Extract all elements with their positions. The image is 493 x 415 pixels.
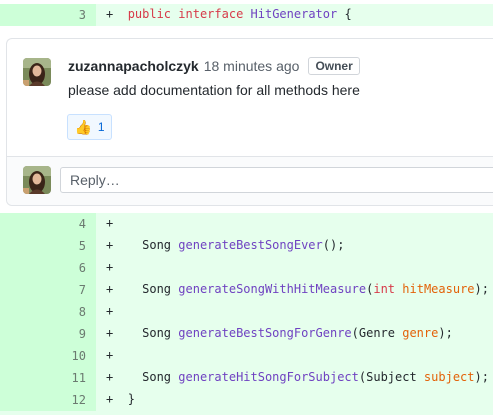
code-token: ); [438,326,453,340]
line-number-gutter[interactable]: 6 [0,257,96,279]
reply-input[interactable]: Reply… [60,167,493,193]
line-number-gutter[interactable]: 8 [0,301,96,323]
code-line: + [106,216,113,230]
comment-body: please add documentation for all methods… [68,82,360,98]
thumbs-up-icon: 👍 [74,118,92,135]
code-token: (); [322,238,345,252]
line-number: 3 [78,8,86,22]
diff-line-12: 12 + } [0,389,493,411]
code-token: interface [178,7,251,21]
code-token: generateBestSongForGenre [178,326,352,340]
code-line: + Song generateBestSongForGenre(Genre ge… [106,326,453,340]
code-line: + Song generateBestSongEver(); [106,238,344,252]
line-number-gutter[interactable]: 7 [0,279,96,301]
diff-add-marker: + [106,348,114,362]
code-line: + [106,260,113,274]
avatar[interactable] [23,58,51,86]
code-token: HitGenerator [250,7,338,21]
code-token: } [127,392,135,406]
line-number: 7 [78,283,86,297]
code-line: + Song generateSongWithHitMeasure(int hi… [106,282,489,296]
line-number-gutter[interactable]: 11 [0,367,96,389]
line-number: 5 [78,239,86,253]
line-number: 4 [78,217,86,231]
code-token: ); [474,282,489,296]
line-number: 10 [71,349,86,363]
line-number-gutter[interactable]: 3 [0,4,96,26]
code-line: + } [106,392,135,406]
reaction-count: 1 [97,120,105,134]
diff-line-11: 11 + Song generateHitSongForSubject(Subje… [0,367,493,389]
code-line: + [106,304,113,318]
line-number-gutter[interactable]: 10 [0,345,96,367]
code-token: Song [127,238,179,252]
code-token: Song [127,326,179,340]
code-token: subject [423,370,475,384]
line-number: 11 [71,371,86,385]
diff-line-9: 9 + Song generateBestSongForGenre(Genre g… [0,323,493,345]
line-number: 6 [78,261,86,275]
line-number-gutter[interactable]: 5 [0,235,96,257]
comment-timestamp-link[interactable]: 18 minutes ago [204,58,300,74]
code-line: + [106,348,113,362]
code-tokens: public interface HitGenerator { [128,7,352,21]
diff-line-10: 10 + [0,345,493,367]
line-number: 9 [78,327,86,341]
code-token: hitMeasure [402,282,475,296]
code-token: generateSongWithHitMeasure [178,282,367,296]
comment-author-link[interactable]: zuzannapacholczyk [68,58,199,74]
diff-add-marker: + [106,260,114,274]
line-number-gutter[interactable]: 12 [0,389,96,411]
code-token: (Genre [351,326,403,340]
thumbs-up-reaction-button[interactable]: 👍 1 [67,114,112,140]
diff-line-7: 7 + Song generateSongWithHitMeasure(int h… [0,279,493,301]
code-token: (Subject [358,370,424,384]
diff-line-8: 8 + [0,301,493,323]
line-number: 12 [71,393,86,407]
owner-badge: Owner [308,57,360,75]
reply-area: Reply… [7,157,493,205]
code-line: + Song generateHitSongForSubject(Subject… [106,370,489,384]
diff-line-4: 4 + [0,213,493,235]
reply-avatar[interactable] [23,166,51,194]
diff-add-marker: + [106,216,114,230]
line-number: 8 [78,305,86,319]
diff-add-marker: + [106,304,114,318]
code-token: ); [474,370,489,384]
code-line: + public interface HitGenerator { [106,7,352,21]
diff-line-6: 6 + [0,257,493,279]
comment-header: zuzannapacholczyk 18 minutes ago Owner [68,57,360,75]
code-token: generateBestSongEver [178,238,323,252]
code-token: Song [127,370,179,384]
line-number-gutter[interactable]: 4 [0,213,96,235]
line-number-gutter[interactable]: 9 [0,323,96,345]
diff-lines-block: 4 +5 + Song generateBestSongEver(); 6 +7 + So… [0,213,493,415]
code-token: genre [402,326,439,340]
code-token: { [337,7,352,21]
code-token: Song [127,282,179,296]
code-token: generateHitSongForSubject [178,370,359,384]
comment-thread: zuzannapacholczyk 18 minutes ago Owner p… [6,38,493,206]
diff-line-3: 3 + public interface HitGenerator { [0,4,493,26]
diff-top-block: 3 + public interface HitGenerator { [0,4,493,26]
diff-line-5: 5 + Song generateBestSongEver(); [0,235,493,257]
code-token: public [127,7,179,21]
code-token: int [373,282,396,296]
